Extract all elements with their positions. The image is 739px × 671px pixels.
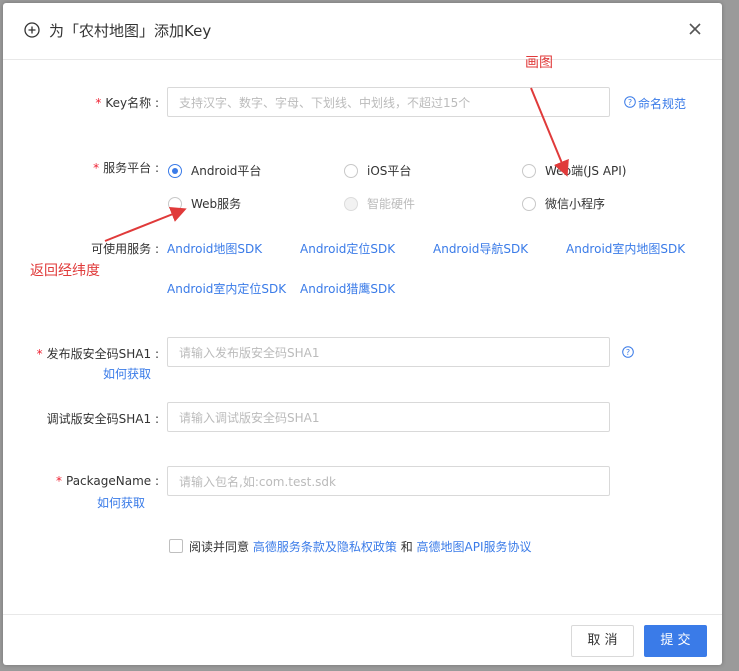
service-link[interactable]: Android室内地图SDK <box>566 240 685 257</box>
radio-android[interactable]: Android平台 <box>168 162 261 179</box>
package-name-input[interactable]: 请输入包名,如:com.test.sdk <box>167 466 610 496</box>
package-name-label: * PackageName : <box>56 474 159 488</box>
svg-text:?: ? <box>626 348 630 357</box>
key-name-label: * Key名称 : <box>95 96 159 110</box>
help-circle-icon[interactable]: ? <box>624 96 636 108</box>
svg-text:?: ? <box>628 98 632 107</box>
submit-button[interactable]: 提 交 <box>644 625 707 657</box>
footer-divider <box>3 614 722 615</box>
package-how-to-get-link[interactable]: 如何获取 <box>97 494 145 511</box>
api-agreement-link[interactable]: 高德地图API服务协议 <box>417 540 532 554</box>
debug-sha1-input[interactable]: 请输入调试版安全码SHA1 <box>167 402 610 432</box>
key-name-input[interactable]: 支持汉字、数字、字母、下划线、中划线，不超过15个 <box>167 87 610 117</box>
radio-web-service[interactable]: Web服务 <box>168 195 241 212</box>
naming-rules-link[interactable]: 命名规范 <box>638 95 686 112</box>
radio-smart-hardware: 智能硬件 <box>344 195 415 212</box>
radio-web-js[interactable]: Web端(JS API) <box>522 162 626 179</box>
add-key-dialog: 为「农村地图」添加Key * Key名称 : 支持汉字、数字、字母、下划线、中划线… <box>3 3 722 665</box>
dialog-title: 为「农村地图」添加Key <box>49 22 212 40</box>
service-link[interactable]: Android猎鹰SDK <box>300 280 395 297</box>
release-sha1-input[interactable]: 请输入发布版安全码SHA1 <box>167 337 610 367</box>
annotation-draw-map: 画图 <box>525 55 553 71</box>
plus-circle-icon <box>24 22 40 38</box>
service-link[interactable]: Android导航SDK <box>433 240 528 257</box>
terms-privacy-link[interactable]: 高德服务条款及隐私权政策 <box>253 540 397 554</box>
agreement-text: 阅读并同意 高德服务条款及隐私权政策 和 高德地图API服务协议 <box>189 538 532 555</box>
debug-sha1-label: 调试版安全码SHA1 : <box>46 412 159 426</box>
dialog-header: 为「农村地图」添加Key <box>3 3 722 60</box>
agreement-checkbox[interactable] <box>169 539 183 553</box>
help-circle-icon[interactable]: ? <box>622 346 634 358</box>
release-sha1-label: * 发布版安全码SHA1 : <box>36 347 159 361</box>
service-link[interactable]: Android地图SDK <box>167 240 262 257</box>
service-link[interactable]: Android定位SDK <box>300 240 395 257</box>
platform-label: * 服务平台 : <box>93 161 159 175</box>
radio-ios[interactable]: iOS平台 <box>344 162 411 179</box>
services-label: 可使用服务 : <box>91 242 159 256</box>
close-icon[interactable] <box>685 19 705 39</box>
service-link[interactable]: Android室内定位SDK <box>167 280 286 297</box>
annotation-return-coords: 返回经纬度 <box>30 263 100 279</box>
release-how-to-get-link[interactable]: 如何获取 <box>103 365 151 382</box>
radio-wechat-mini[interactable]: 微信小程序 <box>522 195 605 212</box>
cancel-button[interactable]: 取 消 <box>571 625 634 657</box>
agreement-conj: 和 <box>400 540 413 554</box>
agreement-prefix: 阅读并同意 <box>189 540 250 554</box>
